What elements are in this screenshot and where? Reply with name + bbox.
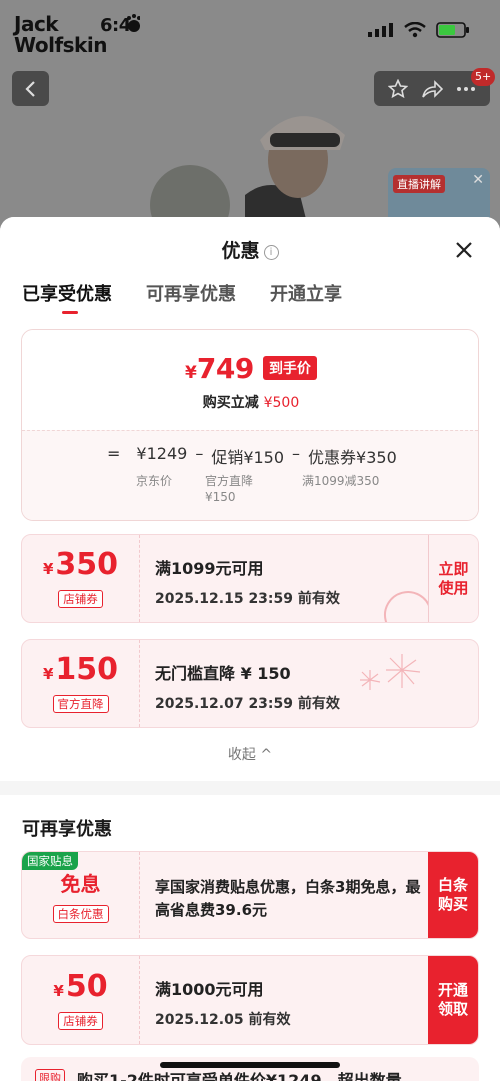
tab-active-indicator (62, 311, 78, 314)
tab-activate[interactable]: 开通立享 (270, 280, 342, 306)
svg-text:6:4: 6:4 (100, 15, 131, 36)
currency-symbol: ¥ (185, 363, 197, 383)
status-bar: Jack Wolfskin 6:4 (0, 0, 500, 60)
coupon-type-label: 店铺券 (58, 590, 103, 608)
coupon-info: 满1000元可用 2025.12.05 前有效 (155, 976, 290, 1029)
coupon-amount: ¥350 (43, 549, 118, 585)
coupon-info: 满1099元可用 2025.12.15 23:59 前有效 (155, 555, 340, 608)
coupon-value-block: ¥350 店铺券 (22, 535, 140, 622)
tab-more-offers-label: 可再享优惠 (146, 284, 236, 305)
sheet-top-section: 优惠 i 已享受优惠 可再享优惠 开通立享 ¥749 到手价 购买立减 ¥500… (0, 217, 500, 781)
brand-line2: Wolfskin (14, 33, 107, 57)
coupon-info: 无门槛直降 ¥ 150 2025.12.07 23:59 前有效 (155, 660, 340, 713)
final-price-tag: 到手价 (262, 356, 317, 380)
coupon-expiry: 2025.12.15 23:59 前有效 (155, 591, 340, 607)
wifi-icon (404, 22, 426, 38)
final-price: 749 (196, 352, 254, 385)
interest-free-label: 免息 (60, 871, 101, 896)
more-offers-section: 可再享优惠 国家贴息 免息 白条优惠 享国家消费贴息优惠，白条3期免息，最高省息… (0, 795, 500, 1081)
coupon-amount-value: 150 (55, 652, 119, 687)
cut-amount: ¥500 (263, 395, 300, 411)
price-summary-card: ¥749 到手价 购买立减 ¥500 = ¥1249 – 促销¥150 – 优惠… (21, 329, 479, 521)
coupon-amount: ¥150 (43, 654, 118, 690)
status-icons (368, 22, 470, 38)
jd-price-label: 京东价 (136, 474, 173, 488)
brand-logo: Jack Wolfskin 6:4 (14, 12, 140, 57)
chevron-left-icon (24, 80, 35, 97)
coupon-amount-value: 350 (55, 547, 119, 582)
coupon-card[interactable]: ¥350 店铺券 满1099元可用 2025.12.15 23:59 前有效 立… (21, 534, 479, 623)
collapse-toggle[interactable]: 收起 ^ (0, 744, 500, 764)
coupon-expiry: 2025.12.05 前有效 (155, 1012, 291, 1028)
coupon-sub-label: 满1099减350 (302, 474, 380, 488)
limit-text: 购买1-2件时可享受单件价¥1249，超出数量 (77, 1071, 402, 1081)
coupon-condition: 无门槛直降 ¥ 150 (155, 664, 291, 683)
coupon-value-block: 免息 白条优惠 (22, 852, 140, 938)
coupon-card: ¥150 官方直降 无门槛直降 ¥ 150 2025.12.07 23:59 前… (21, 639, 479, 728)
close-icon[interactable] (451, 237, 477, 263)
promo-sub-label: 官方直降 ¥150 (205, 474, 254, 504)
coupon-type-label: 店铺券 (58, 1011, 103, 1030)
promo-amount: 促销¥150 (211, 448, 285, 467)
sheet-title: 优惠 i (0, 236, 500, 263)
coupon-type-label: 官方直降 (52, 695, 109, 713)
star-icon[interactable] (388, 78, 409, 99)
coupon-amount: 优惠券¥350 (308, 448, 397, 467)
product-photo (150, 95, 360, 235)
tab-enjoyed[interactable]: 已享受优惠 (22, 280, 112, 314)
tab-more-offers[interactable]: 可再享优惠 (146, 280, 236, 306)
live-label: 直播讲解 (393, 175, 445, 193)
tab-enjoyed-label: 已享受优惠 (22, 284, 112, 305)
coupon-card[interactable]: ¥50 店铺券 满1000元可用 2025.12.05 前有效 开通 领取 (21, 955, 479, 1045)
coupon-amount: ¥50 (53, 968, 108, 1007)
coupon-value-block: ¥150 官方直降 (22, 640, 140, 727)
limit-tag: 限购 (35, 1069, 65, 1081)
coupon-condition: 满1000元可用 (155, 980, 264, 999)
final-price-row: ¥749 到手价 (22, 352, 478, 385)
tab-bar: 已享受优惠 可再享优惠 开通立享 (22, 280, 342, 314)
interest-description: 享国家消费贴息优惠，白条3期免息，最高省息费39.6元 (155, 878, 421, 919)
minus-sign: – (292, 444, 301, 463)
activate-claim-button[interactable]: 开通 领取 (428, 956, 478, 1044)
interest-free-card[interactable]: 国家贴息 免息 白条优惠 享国家消费贴息优惠，白条3期免息，最高省息费39.6元… (21, 851, 479, 939)
purchase-limit-card: 限购 购买1-2件时可享受单件价¥1249，超出数量 (21, 1057, 479, 1081)
home-indicator (160, 1062, 340, 1068)
firework-decoration-icon (360, 654, 421, 690)
close-icon[interactable]: ✕ (472, 172, 484, 188)
price-breakdown: = ¥1249 – 促销¥150 – 优惠券¥350 京东价 官方直降 ¥150… (22, 430, 478, 520)
battery-icon (436, 22, 469, 38)
discount-sheet: 优惠 i 已享受优惠 可再享优惠 开通立享 ¥749 到手价 购买立减 ¥500… (0, 217, 500, 1081)
jd-price: ¥1249 (136, 444, 188, 463)
share-icon[interactable] (421, 79, 443, 99)
currency-symbol: ¥ (53, 981, 64, 1000)
section-title: 可再享优惠 (22, 819, 112, 840)
brand-line1: Jack (14, 12, 59, 36)
currency-symbol: ¥ (42, 560, 54, 578)
coupon-amount-value: 50 (65, 968, 108, 1004)
coupon-type-label: 白条优惠 (52, 904, 109, 923)
more-icon[interactable] (456, 86, 476, 92)
calc-row: = ¥1249 – 促销¥150 – 优惠券¥350 (107, 444, 397, 468)
use-now-button[interactable]: 立即 使用 (428, 535, 478, 622)
coupon-expiry: 2025.12.07 23:59 前有效 (155, 696, 340, 712)
sheet-title-text: 优惠 (221, 240, 260, 262)
cut-row: 购买立减 ¥500 (22, 392, 478, 412)
notification-badge: 5+ (471, 68, 496, 86)
summary-head: ¥749 到手价 购买立减 ¥500 (22, 330, 478, 430)
paw-logo-icon: 6:4 (100, 14, 140, 36)
info-icon[interactable]: i (263, 245, 279, 260)
coupon-value-block: ¥50 店铺券 (22, 956, 140, 1044)
minus-sign: – (195, 444, 204, 463)
coupon-condition: 满1099元可用 (155, 559, 264, 578)
cut-label: 购买立减 (202, 395, 259, 411)
equals-sign: = (107, 444, 121, 463)
currency-symbol: ¥ (42, 665, 54, 683)
product-page-background: Jack Wolfskin 6:4 5+ 直播讲解 ✕ (0, 0, 500, 240)
signal-icon (368, 23, 393, 37)
tab-activate-label: 开通立享 (270, 284, 342, 305)
baitiao-buy-button[interactable]: 白条 购买 (428, 852, 478, 938)
back-button[interactable] (12, 71, 49, 106)
